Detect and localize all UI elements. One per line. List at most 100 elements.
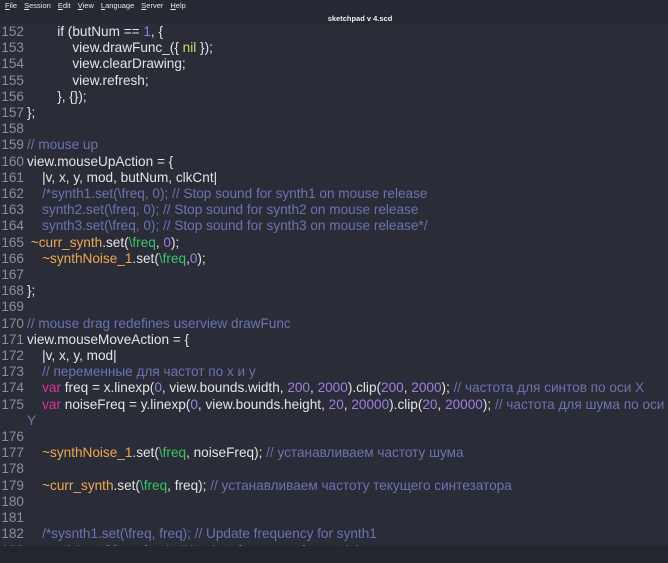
- code-text[interactable]: view.refresh;: [27, 73, 665, 89]
- code-line[interactable]: 161 |v, x, y, mod, butNum, clkCnt|: [0, 170, 668, 186]
- code-token: }, {});: [27, 88, 87, 104]
- code-text[interactable]: /*synth1.set(\freq, 0); // Stop sound fo…: [27, 186, 665, 202]
- code-text[interactable]: ~curr_synth.set(\freq, 0);: [27, 235, 665, 251]
- menu-view[interactable]: View: [78, 0, 94, 12]
- code-line[interactable]: 156 }, {});: [0, 89, 668, 105]
- code-text[interactable]: /*sysnth1.set(\freq, freq); // Update fr…: [27, 526, 665, 542]
- code-token: 200: [381, 380, 404, 396]
- code-token: };: [27, 283, 36, 299]
- line-number: 152: [1, 24, 24, 39]
- code-text[interactable]: |v, x, y, mod|: [27, 348, 665, 364]
- code-token: ~synthNoise_1: [42, 445, 133, 461]
- line-number: 169: [1, 299, 24, 315]
- code-token: ,: [437, 396, 446, 412]
- code-token: );: [170, 234, 180, 250]
- code-text[interactable]: var freq = x.linexp(0, view.bounds.width…: [27, 380, 665, 396]
- code-text[interactable]: synth3.set(\freq, 0); // Stop sound for …: [27, 218, 665, 234]
- code-token: , noiseFreq);: [186, 445, 267, 461]
- line-number: 171: [1, 331, 24, 347]
- code-text[interactable]: [27, 121, 665, 137]
- code-line[interactable]: 152 if (butNum == 1, {: [0, 24, 668, 40]
- code-line[interactable]: 181: [0, 510, 668, 526]
- code-token: 0: [163, 234, 171, 250]
- line-number: 167: [1, 267, 24, 283]
- line-number: 168: [1, 283, 24, 299]
- code-line[interactable]: 154 view.clearDrawing;: [0, 56, 668, 72]
- code-token: 20: [328, 396, 344, 412]
- code-text[interactable]: [27, 510, 665, 526]
- code-text[interactable]: var noiseFreq = y.linexp(0, view.bounds.…: [27, 397, 665, 429]
- code-text[interactable]: }, {});: [27, 89, 665, 105]
- code-line[interactable]: 173 // переменные для частот по x и y: [0, 364, 668, 380]
- code-text[interactable]: // переменные для частот по x и y: [27, 364, 665, 380]
- line-number: 161: [1, 169, 24, 185]
- code-text[interactable]: synth2.set(\freq, 0); // Stop sound for …: [27, 202, 665, 218]
- code-line[interactable]: 170// mouse drag redefines userview draw…: [0, 316, 668, 332]
- line-number: 157: [1, 105, 24, 121]
- code-text[interactable]: view.mouseUpAction = {: [27, 154, 665, 170]
- code-line[interactable]: 168};: [0, 283, 668, 299]
- code-line[interactable]: 169: [0, 299, 668, 315]
- code-line[interactable]: 164 synth3.set(\freq, 0); // Stop sound …: [0, 218, 668, 234]
- code-line[interactable]: 157};: [0, 105, 668, 121]
- menu-edit[interactable]: Edit: [58, 0, 71, 12]
- code-text[interactable]: view.clearDrawing;: [27, 56, 665, 72]
- code-line[interactable]: 160 view.mouseUpAction = {: [0, 154, 668, 170]
- menu-file[interactable]: File: [5, 0, 17, 12]
- code-text[interactable]: // mouse drag redefines userview drawFun…: [27, 316, 665, 332]
- code-line[interactable]: 178: [0, 461, 668, 477]
- menu-server[interactable]: Server: [141, 0, 163, 12]
- code-line[interactable]: 153 view.drawFunc_({ nil });: [0, 40, 668, 56]
- code-text[interactable]: ~synthNoise_1.set(\freq,0);: [27, 251, 665, 267]
- code-text[interactable]: ~curr_synth.set(\freq, freq); // устанав…: [27, 478, 665, 494]
- menu-language[interactable]: Language: [101, 0, 134, 12]
- code-token: |v, x, y, mod, butNum, clkCnt|: [27, 169, 218, 185]
- code-line[interactable]: 159// mouse up: [0, 137, 668, 153]
- code-token: synth2.set(\freq, 0); // Stop sound for …: [27, 202, 419, 218]
- code-text[interactable]: [27, 299, 665, 315]
- code-text[interactable]: [27, 461, 665, 477]
- code-token: });: [196, 40, 213, 56]
- code-line[interactable]: 166 ~synthNoise_1.set(\freq,0);: [0, 251, 668, 267]
- code-line[interactable]: 171 view.mouseMoveAction = {: [0, 332, 668, 348]
- menu-session[interactable]: Session: [24, 0, 51, 12]
- line-number: 176: [1, 429, 24, 445]
- code-line[interactable]: 163 synth2.set(\freq, 0); // Stop sound …: [0, 202, 668, 218]
- menu-bar: File Session Edit View Language Server Help: [0, 0, 668, 12]
- line-number: 174: [1, 380, 24, 396]
- code-line[interactable]: 155 view.refresh;: [0, 73, 668, 89]
- code-text[interactable]: [27, 429, 665, 445]
- code-token: .set(: [132, 445, 159, 461]
- code-text[interactable]: };: [27, 105, 665, 121]
- code-line[interactable]: 158: [0, 121, 668, 137]
- code-text[interactable]: |v, x, y, mod, butNum, clkCnt|: [27, 170, 665, 186]
- code-text[interactable]: [27, 494, 665, 510]
- menu-help[interactable]: Help: [170, 0, 185, 12]
- code-text[interactable]: };: [27, 283, 665, 299]
- code-line[interactable]: 179 ~curr_synth.set(\freq, freq); // уст…: [0, 478, 668, 494]
- code-line[interactable]: 174 var freq = x.linexp(0, view.bounds.w…: [0, 380, 668, 396]
- code-token: |v, x, y, mod|: [27, 348, 117, 364]
- code-text[interactable]: view.mouseMoveAction = {: [27, 332, 665, 348]
- code-line[interactable]: 176: [0, 429, 668, 445]
- code-line[interactable]: 175 var noiseFreq = y.linexp(0, view.bou…: [0, 397, 668, 429]
- code-text[interactable]: [27, 267, 665, 283]
- code-line[interactable]: 172 |v, x, y, mod|: [0, 348, 668, 364]
- code-editor[interactable]: 152 if (butNum == 1, {153 view.drawFunc_…: [0, 24, 668, 546]
- code-token: , freq);: [167, 477, 211, 493]
- code-token: /*sysnth1.set(\freq, freq); // Update fr…: [27, 526, 377, 542]
- code-text[interactable]: ~synthNoise_1.set(\freq, noiseFreq); // …: [27, 445, 665, 461]
- code-token: var: [42, 380, 61, 396]
- code-line[interactable]: 165 ~curr_synth.set(\freq, 0);: [0, 235, 668, 251]
- code-token: 200: [287, 380, 310, 396]
- code-text[interactable]: // mouse up: [27, 137, 665, 153]
- line-number: 156: [1, 88, 24, 104]
- code-text[interactable]: view.drawFunc_({ nil });: [27, 40, 665, 56]
- code-line[interactable]: 162 /*synth1.set(\freq, 0); // Stop soun…: [0, 186, 668, 202]
- code-line[interactable]: 182 /*sysnth1.set(\freq, freq); // Updat…: [0, 526, 668, 542]
- code-text[interactable]: if (butNum == 1, {: [27, 24, 665, 40]
- code-line[interactable]: 177 ~synthNoise_1.set(\freq, noiseFreq);…: [0, 445, 668, 461]
- line-number: 170: [1, 315, 24, 331]
- code-line[interactable]: 167: [0, 267, 668, 283]
- code-line[interactable]: 180: [0, 494, 668, 510]
